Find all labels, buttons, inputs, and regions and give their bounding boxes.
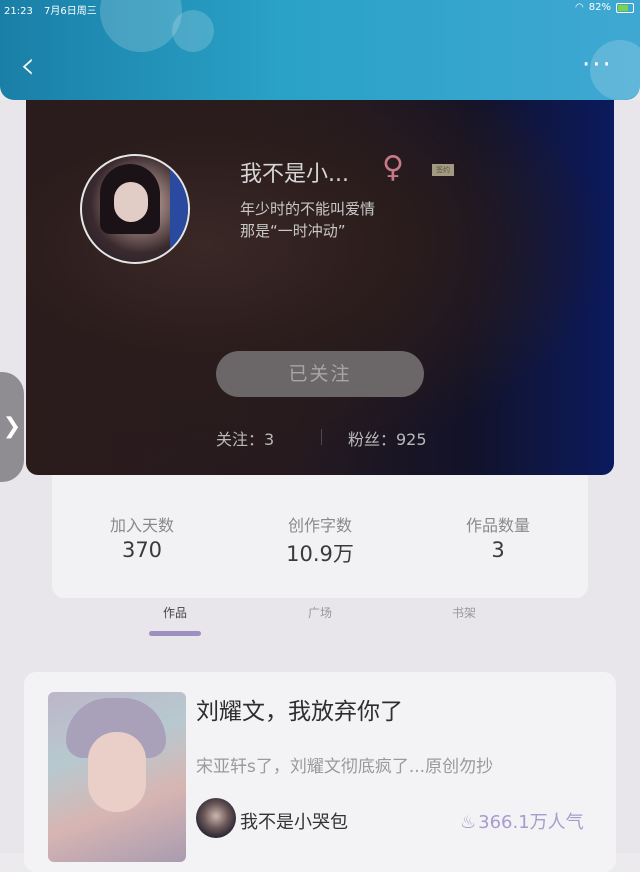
bio-line-1: 年少时的不能叫爱情 bbox=[240, 200, 376, 218]
work-description: 宋亚轩s了，刘耀文彻底疯了...原创勿抄 bbox=[196, 757, 494, 777]
more-dots-icon: ··· bbox=[582, 50, 613, 80]
metric-word-count: 创作字数 10.9万 bbox=[230, 512, 410, 568]
follow-stats: 关注：3 粉丝：925 bbox=[26, 426, 614, 450]
metric-value: 3 bbox=[491, 538, 505, 562]
metric-label: 加入天数 bbox=[109, 516, 174, 535]
wifi-icon: ◠ bbox=[575, 2, 584, 13]
fans-count[interactable]: 粉丝：925 bbox=[348, 426, 427, 450]
tab-works[interactable]: 作品 bbox=[135, 604, 215, 621]
work-title[interactable]: 刘耀文，我放弃你了 bbox=[196, 692, 403, 726]
status-date: 7月6日周三 bbox=[44, 6, 97, 17]
author-name[interactable]: 我不是小哭包 bbox=[240, 808, 348, 834]
flame-icon: ♨ bbox=[460, 812, 477, 833]
following-count[interactable]: 关注：3 bbox=[216, 426, 274, 450]
status-time: 21:23 bbox=[4, 6, 33, 17]
work-cover[interactable] bbox=[48, 692, 186, 862]
status-bar: 21:23 7月6日周三 ◠ 82% bbox=[0, 0, 640, 17]
metric-works-count: 作品数量 3 bbox=[408, 512, 588, 562]
work-card[interactable]: 刘耀文，我放弃你了 宋亚轩s了，刘耀文彻底疯了...原创勿抄 我不是小哭包 ♨ 3… bbox=[24, 672, 616, 872]
follow-button[interactable]: 已关注 bbox=[216, 351, 424, 397]
signed-badge: 签约 bbox=[432, 164, 454, 176]
chevron-left-icon: ‹ bbox=[20, 43, 36, 87]
metric-label: 作品数量 bbox=[465, 516, 530, 535]
battery-icon bbox=[616, 2, 634, 13]
tab-plaza[interactable]: 广场 bbox=[280, 604, 360, 621]
metric-value: 370 bbox=[121, 538, 163, 562]
more-button[interactable]: ··· bbox=[582, 52, 622, 78]
profile-avatar[interactable] bbox=[80, 154, 190, 264]
author-avatar[interactable] bbox=[196, 798, 236, 838]
profile-bio: 年少时的不能叫爱情 那是“一时冲动” bbox=[240, 198, 375, 242]
back-button[interactable]: ‹ bbox=[20, 46, 50, 84]
popularity-value: 366.1万人气 bbox=[478, 812, 584, 833]
metric-label: 创作字数 bbox=[287, 516, 352, 535]
profile-username: 我不是小... bbox=[240, 162, 349, 187]
tab-bar: 作品 广场 书架 bbox=[0, 604, 640, 644]
stats-divider bbox=[321, 429, 322, 445]
metric-join-days: 加入天数 370 bbox=[52, 512, 232, 562]
metrics-card: 加入天数 370 创作字数 10.9万 作品数量 3 bbox=[52, 470, 588, 598]
side-drawer-handle[interactable]: ❯ bbox=[0, 372, 24, 482]
popularity: ♨ 366.1万人气 bbox=[460, 808, 584, 834]
female-icon: ♀ bbox=[382, 150, 404, 185]
profile-card: 我不是小... ♀ 签约 年少时的不能叫爱情 那是“一时冲动” 已关注 关注：3… bbox=[26, 92, 614, 475]
bio-line-2: 那是“一时冲动” bbox=[240, 222, 346, 240]
tab-bookshelf[interactable]: 书架 bbox=[424, 604, 504, 621]
battery-percent: 82% bbox=[588, 2, 611, 13]
metric-value: 10.9万 bbox=[286, 542, 354, 566]
active-tab-indicator bbox=[149, 631, 201, 636]
